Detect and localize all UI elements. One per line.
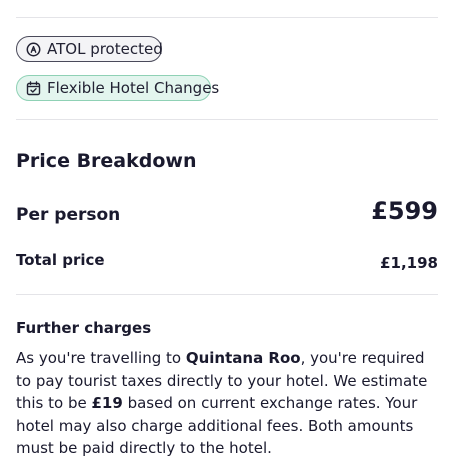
total-price-value: £1,198 bbox=[380, 254, 438, 272]
price-breakdown-title: Price Breakdown bbox=[16, 150, 197, 172]
further-charges-title: Further charges bbox=[16, 319, 152, 337]
top-divider bbox=[16, 17, 438, 18]
atol-badge-label: ATOL protected bbox=[47, 40, 163, 58]
per-person-label: Per person bbox=[16, 205, 121, 225]
calendar-check-icon bbox=[26, 80, 41, 96]
per-person-price: £599 bbox=[371, 197, 438, 225]
price-divider bbox=[16, 294, 438, 295]
flexible-hotel-changes-badge: Flexible Hotel Changes bbox=[16, 75, 219, 101]
atol-shield-icon bbox=[26, 42, 41, 57]
further-charges-text: As you're travelling to Quintana Roo, yo… bbox=[16, 347, 442, 460]
flexible-badge-label: Flexible Hotel Changes bbox=[47, 79, 220, 97]
atol-protected-badge: ATOL protected bbox=[16, 36, 163, 62]
destination-name: Quintana Roo bbox=[185, 349, 301, 367]
total-price-label: Total price bbox=[16, 251, 105, 269]
tourist-tax-amount: £19 bbox=[91, 394, 123, 412]
badges-divider bbox=[16, 119, 438, 120]
further-charges-text-1: As you're travelling to bbox=[16, 349, 186, 367]
